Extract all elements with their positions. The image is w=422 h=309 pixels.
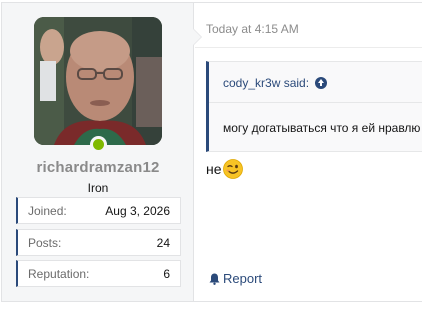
report-label: Report xyxy=(223,271,263,286)
message-text: не xyxy=(206,161,222,177)
stat-value: 6 xyxy=(163,266,170,281)
stat-posts: Posts: 24 xyxy=(16,229,181,256)
user-title: Iron xyxy=(87,181,109,195)
quote-divider xyxy=(209,102,422,103)
post-date[interactable]: Today at 4:15 AM xyxy=(206,22,299,36)
report-button[interactable]: Report xyxy=(209,271,262,286)
quote-block: cody_kr3w said: могу догатываться что я … xyxy=(206,61,422,152)
divider xyxy=(195,47,422,48)
stat-label: Posts: xyxy=(28,235,62,250)
user-cell: richardramzan12 Iron Joined: Aug 3, 2026… xyxy=(2,3,202,301)
stat-joined: Joined: Aug 3, 2026 xyxy=(16,197,181,224)
stat-label: Joined: xyxy=(28,203,67,218)
post-message: не xyxy=(206,159,243,179)
quote-header[interactable]: cody_kr3w said: xyxy=(223,76,328,90)
wink-emoji-icon xyxy=(222,159,243,179)
quote-text: могу догатываться что я ей нравлю xyxy=(223,121,421,135)
post: richardramzan12 Iron Joined: Aug 3, 2026… xyxy=(1,2,422,302)
stat-value: Aug 3, 2026 xyxy=(105,203,170,218)
bell-icon xyxy=(209,273,220,285)
up-arrow-circle-icon[interactable] xyxy=(315,77,328,89)
avatar-image xyxy=(34,17,162,145)
stat-reputation: Reputation: 6 xyxy=(16,260,181,287)
username[interactable]: richardramzan12 xyxy=(2,159,194,176)
user-cell-arrow xyxy=(193,29,201,45)
stat-value: 24 xyxy=(156,235,170,250)
avatar[interactable] xyxy=(34,17,162,145)
online-status-indicator xyxy=(90,136,107,153)
quote-author: cody_kr3w said: xyxy=(223,76,310,90)
post-main: Today at 4:15 AM cody_kr3w said: могу до… xyxy=(195,3,422,301)
stat-label: Reputation: xyxy=(28,266,90,281)
